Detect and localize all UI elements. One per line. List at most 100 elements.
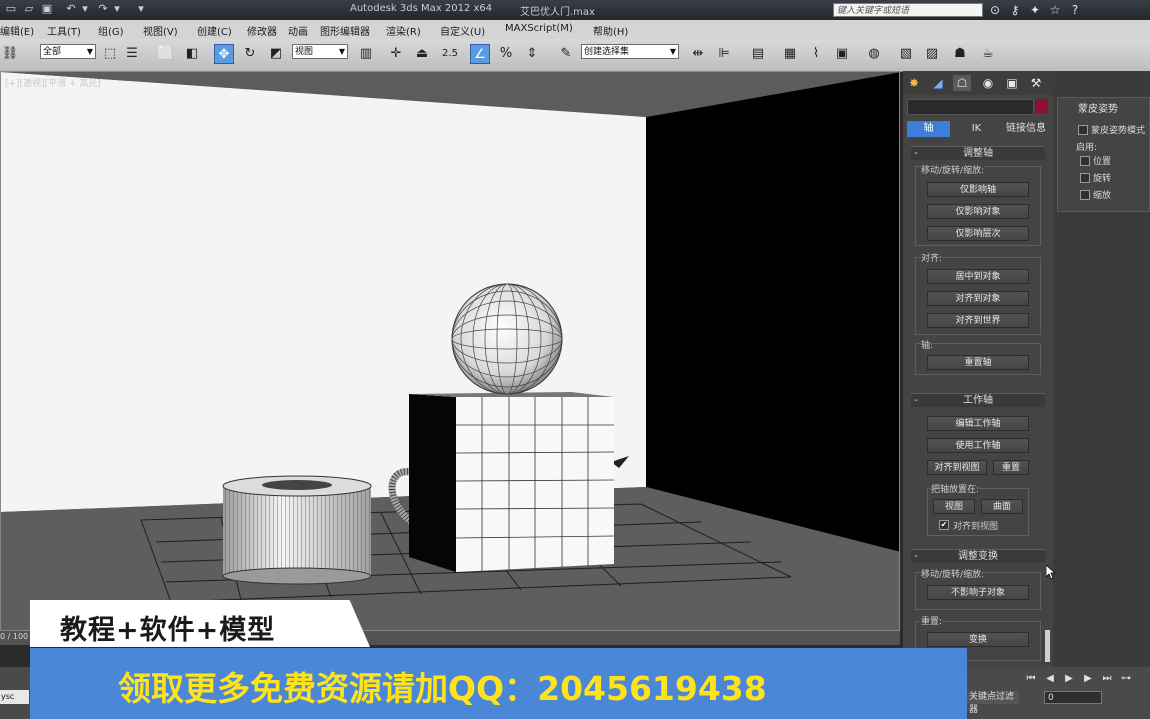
schematic-view-icon[interactable]: ▣ <box>832 44 852 64</box>
help-search-input[interactable]: 键入关键字或短语 <box>833 3 983 17</box>
dropdown-icon[interactable]: ▾ <box>134 2 148 16</box>
tab-pivot[interactable]: 轴 <box>907 121 950 137</box>
current-frame-field[interactable]: 0 <box>1044 691 1102 704</box>
center-to-object-button[interactable]: 居中到对象 <box>927 269 1029 284</box>
go-start-icon[interactable]: ⏮ <box>1023 671 1039 687</box>
position-checkbox[interactable] <box>1080 156 1090 166</box>
undo-icon[interactable]: ↶ <box>64 2 78 16</box>
star-icon[interactable]: ✦ <box>1028 2 1042 18</box>
display-tab-icon[interactable]: ▣ <box>1003 75 1021 91</box>
save-icon[interactable]: ▣ <box>40 2 54 16</box>
menu-maxscript[interactable]: MAXScript(M) <box>505 23 573 34</box>
align-to-world-button[interactable]: 对齐到世界 <box>927 313 1029 328</box>
object-name-field[interactable] <box>907 99 1034 115</box>
angle-snap-icon[interactable]: ∠ <box>470 44 490 64</box>
redo-dropdown-icon[interactable]: ▾ <box>114 2 120 16</box>
reset-working-pivot-button[interactable]: 重置 <box>993 460 1029 475</box>
selection-filter-dropdown[interactable]: 全部 ▼ <box>40 44 96 59</box>
modify-tab-icon[interactable]: ◢ <box>929 75 947 91</box>
motion-tab-icon[interactable]: ◉ <box>979 75 997 91</box>
rect-selection-icon[interactable]: ⬜ <box>156 44 176 64</box>
tab-link-info[interactable]: 链接信息 <box>1003 121 1049 137</box>
hierarchy-tab-icon[interactable]: ☖ <box>953 75 971 91</box>
curve-editor-icon[interactable]: ⌇ <box>806 44 826 64</box>
favorites-icon[interactable]: ☆ <box>1048 2 1062 18</box>
tab-ik[interactable]: IK <box>955 121 998 137</box>
select-object-icon[interactable]: ⬚ <box>100 44 120 64</box>
render-teapot-icon[interactable]: ☕ <box>978 44 998 64</box>
object-color-swatch[interactable] <box>1035 99 1048 113</box>
next-frame-icon[interactable]: ▶ <box>1080 671 1096 687</box>
perspective-viewport[interactable]: [+][透视][平滑 + 高光] <box>0 71 900 631</box>
working-pivot-rollout-header[interactable]: - 工作轴 <box>911 393 1045 407</box>
prev-frame-icon[interactable]: ◀ <box>1042 671 1058 687</box>
use-working-pivot-button[interactable]: 使用工作轴 <box>927 438 1029 453</box>
percent-snap-icon[interactable]: % <box>496 44 516 64</box>
place-surface-button[interactable]: 曲面 <box>981 499 1023 514</box>
rendered-frame-icon[interactable]: ▨ <box>922 44 942 64</box>
affect-object-only-button[interactable]: 仅影响对象 <box>927 204 1029 219</box>
align-icon[interactable]: ⊫ <box>714 44 734 64</box>
named-selection-dropdown[interactable]: 创建选择集 ▼ <box>581 44 679 59</box>
key-mode-icon[interactable]: ⊶ <box>1118 671 1134 687</box>
layer-manager-icon[interactable]: ▤ <box>748 44 768 64</box>
open-folder-icon[interactable]: ▱ <box>22 2 36 16</box>
play-icon[interactable]: ▶ <box>1061 671 1077 687</box>
align-to-view-button[interactable]: 对齐到视图 <box>927 460 987 475</box>
render-production-icon[interactable]: ☗ <box>950 44 970 64</box>
select-manipulate-icon[interactable]: ✛ <box>386 44 406 64</box>
render-setup-icon[interactable]: ▧ <box>896 44 916 64</box>
maxscript-listener-input[interactable]: ysc <box>0 690 29 704</box>
key-filters-button[interactable]: 关键点过滤器 <box>967 691 1019 715</box>
select-and-move-icon[interactable]: ✥ <box>214 44 234 64</box>
select-and-rotate-icon[interactable]: ↻ <box>240 44 260 64</box>
align-to-view-checkbox[interactable]: ✔ <box>939 520 949 530</box>
redo-icon[interactable]: ↷ <box>96 2 110 16</box>
affect-pivot-only-button[interactable]: 仅影响轴 <box>927 182 1029 197</box>
menu-create[interactable]: 创建(C) <box>197 23 232 38</box>
spinner-snap-icon[interactable]: ⇕ <box>522 44 542 64</box>
go-end-icon[interactable]: ⏭ <box>1099 671 1115 687</box>
adjust-transform-rollout-header[interactable]: - 调整变换 <box>911 549 1045 563</box>
window-crossing-icon[interactable]: ◧ <box>182 44 202 64</box>
menu-modifiers[interactable]: 修改器 <box>247 23 277 38</box>
affect-hierarchy-only-button[interactable]: 仅影响层次 <box>927 226 1029 241</box>
select-and-scale-icon[interactable]: ◩ <box>266 44 286 64</box>
command-panel-scrollbar[interactable] <box>1045 630 1050 662</box>
adjust-pivot-rollout-header[interactable]: - 调整轴 <box>911 146 1045 160</box>
pivot-center-icon[interactable]: ▥ <box>356 44 376 64</box>
edit-named-selection-icon[interactable]: ✎ <box>556 44 576 64</box>
link-icon[interactable]: ⛓ <box>0 44 20 64</box>
rotation-checkbox[interactable] <box>1080 173 1090 183</box>
help-icon[interactable]: ? <box>1068 2 1082 18</box>
viewport-label[interactable]: [+][透视][平滑 + 高光] <box>5 76 101 89</box>
menu-help[interactable]: 帮助(H) <box>593 23 628 38</box>
utilities-tab-icon[interactable]: ⚒ <box>1027 75 1045 91</box>
menu-tools[interactable]: 工具(T) <box>47 23 81 38</box>
menu-customize[interactable]: 自定义(U) <box>440 23 485 38</box>
reset-transform-button[interactable]: 变换 <box>927 632 1029 647</box>
edit-working-pivot-button[interactable]: 编辑工作轴 <box>927 416 1029 431</box>
reset-pivot-button[interactable]: 重置轴 <box>927 355 1029 370</box>
menu-views[interactable]: 视图(V) <box>143 23 178 38</box>
reference-coordinate-dropdown[interactable]: 视图 ▼ <box>292 44 348 59</box>
menu-graph-editors[interactable]: 图形编辑器 <box>320 23 370 38</box>
binoculars-icon[interactable]: ⊙ <box>988 2 1002 18</box>
place-view-button[interactable]: 视图 <box>933 499 975 514</box>
create-tab-icon[interactable]: ✸ <box>905 75 923 91</box>
menu-rendering[interactable]: 渲染(R) <box>386 23 421 38</box>
snap-toggle-icon[interactable]: 2.5 <box>440 44 460 64</box>
keyboard-shortcut-icon[interactable]: ⏏ <box>412 44 432 64</box>
ribbon-icon[interactable]: ▦ <box>780 44 800 64</box>
new-scene-icon[interactable]: ▭ <box>4 2 18 16</box>
skin-pose-mode-checkbox[interactable] <box>1078 125 1088 135</box>
menu-edit[interactable]: 编辑(E) <box>0 23 34 38</box>
align-to-object-button[interactable]: 对齐到对象 <box>927 291 1029 306</box>
material-editor-icon[interactable]: ◍ <box>864 44 884 64</box>
mirror-icon[interactable]: ⇹ <box>688 44 708 64</box>
scale-checkbox[interactable] <box>1080 190 1090 200</box>
menu-animation[interactable]: 动画 <box>288 23 308 38</box>
select-by-name-icon[interactable]: ☰ <box>122 44 142 64</box>
dont-affect-children-button[interactable]: 不影响子对象 <box>927 585 1029 600</box>
undo-dropdown-icon[interactable]: ▾ <box>82 2 88 16</box>
